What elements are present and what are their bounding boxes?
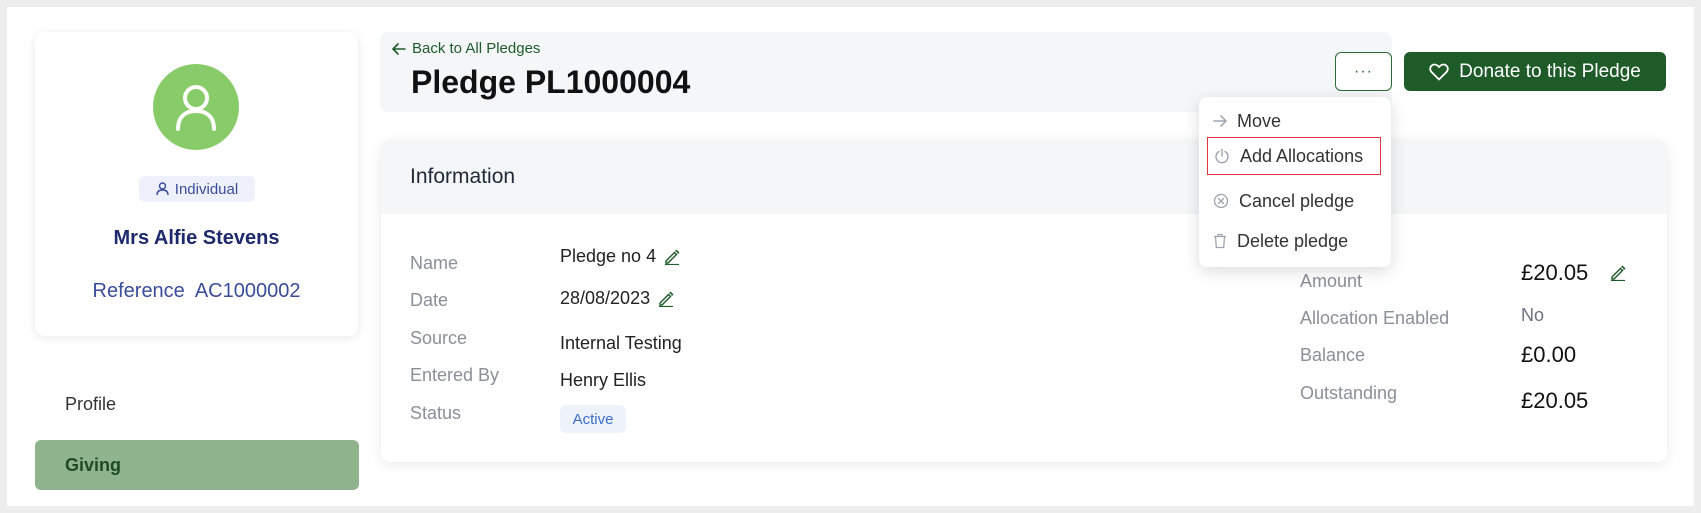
reference-label: Reference: [92, 280, 185, 302]
menu-item-move-label: Move: [1237, 110, 1282, 131]
amount-label: Amount: [1300, 271, 1363, 291]
reference: Reference AC1000002: [35, 280, 358, 303]
avatar: [153, 64, 239, 150]
menu-item-add-allocations[interactable]: Add Allocations: [1207, 137, 1381, 175]
date-label: Date: [410, 290, 449, 310]
menu-item-move[interactable]: Move: [1213, 102, 1385, 140]
menu-item-delete-pledge[interactable]: Delete pledge: [1213, 222, 1385, 260]
source-value: Internal Testing: [560, 333, 682, 353]
date-value: 28/08/2023: [560, 288, 651, 308]
cancel-circle-icon: [1213, 193, 1229, 209]
sidebar-item-giving-label: Giving: [65, 454, 122, 475]
ellipsis-icon: ···: [1354, 62, 1373, 80]
outstanding-value: £20.05: [1521, 388, 1589, 413]
power-icon: [1215, 148, 1229, 164]
user-icon: [176, 85, 216, 131]
allocation-enabled-value: No: [1521, 305, 1545, 325]
heart-icon: [1429, 63, 1449, 80]
date-field: 28/08/2023: [560, 288, 674, 309]
profile-card: Individual Mrs Alfie Stevens Reference AC…: [35, 32, 358, 336]
donate-button-label: Donate to this Pledge: [1459, 60, 1641, 82]
user-small-icon: [156, 182, 169, 196]
trash-icon: [1214, 233, 1226, 249]
individual-badge-label: Individual: [174, 180, 239, 198]
allocation-enabled-label: Allocation Enabled: [1300, 308, 1450, 328]
name-value: Pledge no 4: [560, 246, 657, 266]
menu-item-cancel-pledge[interactable]: Cancel pledge: [1213, 182, 1385, 220]
person-name: Mrs Alfie Stevens: [113, 227, 280, 249]
sidebar-item-profile[interactable]: Profile: [65, 394, 116, 415]
status-label: Status: [410, 403, 462, 423]
entered-by-label: Entered By: [410, 365, 500, 385]
menu-item-delete-pledge-label: Delete pledge: [1237, 230, 1349, 251]
arrow-right-icon: [1213, 115, 1227, 127]
page-title: Pledge PL1000004: [411, 64, 691, 100]
reference-value: AC1000002: [194, 280, 301, 302]
outstanding-label: Outstanding: [1300, 383, 1398, 403]
arrow-left-icon: [392, 42, 406, 55]
edit-amount-icon[interactable]: [1610, 265, 1626, 281]
amount-value: £20.05: [1521, 260, 1589, 285]
name-field: Pledge no 4: [560, 246, 680, 267]
entered-by-value: Henry Ellis: [560, 370, 647, 390]
back-link-label: Back to All Pledges: [412, 40, 541, 57]
edit-name-icon[interactable]: [664, 249, 680, 265]
amount-field: £20.05: [1521, 260, 1626, 286]
balance-value: £0.00: [1521, 342, 1577, 367]
back-link[interactable]: Back to All Pledges: [392, 40, 540, 57]
source-label: Source: [410, 328, 468, 348]
donate-button[interactable]: Donate to this Pledge: [1404, 52, 1666, 91]
individual-badge: Individual: [139, 176, 255, 202]
menu-item-cancel-pledge-label: Cancel pledge: [1239, 190, 1355, 211]
more-options-button[interactable]: ···: [1335, 52, 1392, 91]
name-label: Name: [410, 253, 459, 273]
balance-label: Balance: [1300, 345, 1366, 365]
sidebar-item-giving[interactable]: Giving: [35, 440, 359, 490]
edit-date-icon[interactable]: [658, 291, 674, 307]
menu-item-add-allocations-label: Add Allocations: [1240, 145, 1364, 166]
more-options-menu: Move Add Allocations Cancel pledge Delet…: [1199, 97, 1391, 267]
information-header: Information: [381, 140, 1667, 214]
status-badge: Active: [560, 405, 626, 433]
